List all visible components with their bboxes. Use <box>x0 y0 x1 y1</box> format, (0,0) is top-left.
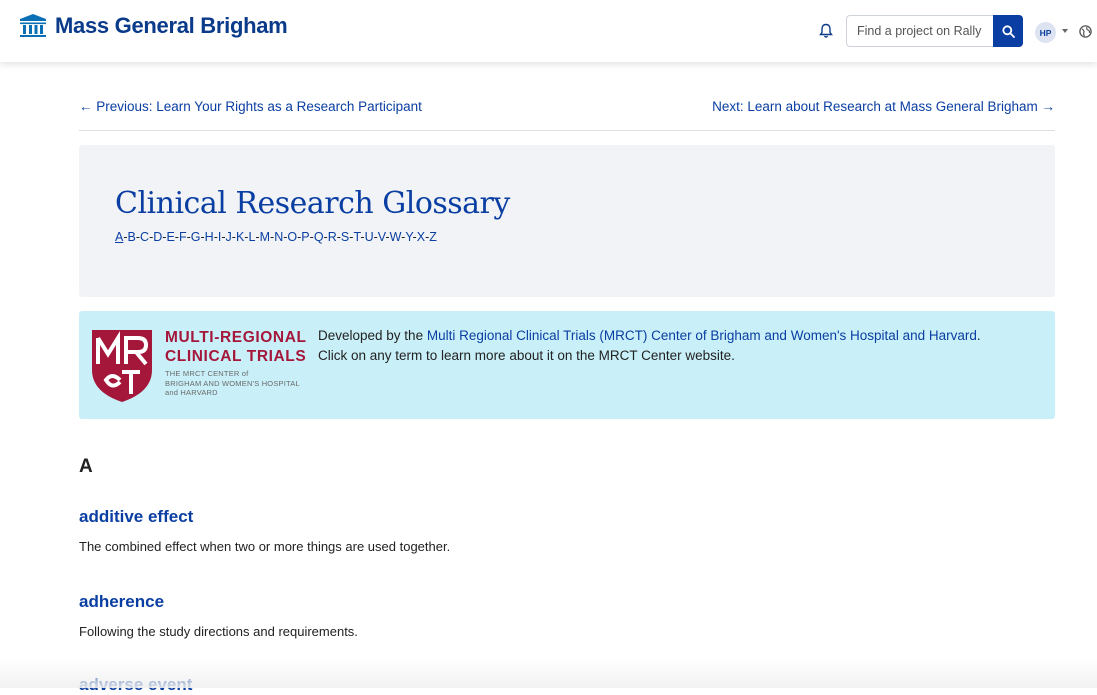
mrct-text-prefix: Developed by the <box>318 328 427 343</box>
glossary-definition: The combined effect when two or more thi… <box>79 539 451 554</box>
alphabet-letter-p[interactable]: P <box>301 230 309 244</box>
mrct-description: Developed by the Multi Regional Clinical… <box>318 326 981 366</box>
mrct-logo-line2: CLINICAL TRIALS <box>165 348 307 365</box>
alphabet-letter-f[interactable]: F <box>179 230 187 244</box>
glossary-term-link[interactable]: adherence <box>79 592 164 612</box>
glossary-header-box: Clinical Research Glossary A-B-C-D-E-F-G… <box>79 145 1055 297</box>
alphabet-nav: A-B-C-D-E-F-G-H-I-J-K-L-M-N-O-P-Q-R-S-T-… <box>115 230 437 244</box>
search-button[interactable] <box>993 15 1023 47</box>
mrct-logo-text: MULTI-REGIONAL CLINICAL TRIALS THE MRCT … <box>165 328 307 398</box>
alphabet-letter-m[interactable]: M <box>260 230 270 244</box>
alphabet-letter-g[interactable]: G <box>191 230 201 244</box>
previous-page-link[interactable]: ← Previous: Learn Your Rights as a Resea… <box>79 99 422 114</box>
divider <box>79 130 1055 131</box>
alphabet-letter-z[interactable]: Z <box>429 230 437 244</box>
chevron-down-icon[interactable] <box>1062 29 1068 33</box>
mrct-logo-small3: and HARVARD <box>165 388 218 397</box>
project-search <box>846 15 1023 47</box>
mrct-logo-small1: THE MRCT CENTER of <box>165 369 249 378</box>
alphabet-letter-b[interactable]: B <box>128 230 136 244</box>
alphabet-letter-h[interactable]: H <box>205 230 214 244</box>
glossary-term-link[interactable]: additive effect <box>79 507 193 527</box>
alphabet-letter-u[interactable]: U <box>365 230 374 244</box>
search-icon <box>1001 24 1015 38</box>
notification-bell-icon[interactable] <box>819 23 833 39</box>
alphabet-letter-r[interactable]: R <box>328 230 337 244</box>
mrct-logo: MULTI-REGIONAL CLINICAL TRIALS THE MRCT … <box>90 326 315 416</box>
search-input[interactable] <box>846 15 993 47</box>
alphabet-letter-w[interactable]: W <box>390 230 402 244</box>
glossary-term-link[interactable]: adverse event <box>79 675 192 695</box>
alphabet-letter-c[interactable]: C <box>140 230 149 244</box>
mrct-shield-icon <box>92 330 152 402</box>
mrct-text-line2: Click on any term to learn more about it… <box>318 348 735 363</box>
mrct-center-link[interactable]: Multi Regional Clinical Trials (MRCT) Ce… <box>427 328 977 343</box>
mrct-text-suffix: . <box>976 328 981 343</box>
alphabet-letter-y[interactable]: Y <box>405 230 412 244</box>
brand-logo-link[interactable]: Mass General Brigham <box>18 13 288 39</box>
letter-heading: A <box>79 456 93 477</box>
glossary-definition: Following the study directions and requi… <box>79 624 358 639</box>
alphabet-letter-d[interactable]: D <box>153 230 162 244</box>
alphabet-letter-e[interactable]: E <box>166 230 174 244</box>
page-title: Clinical Research Glossary <box>115 186 510 221</box>
mrct-logo-line1: MULTI-REGIONAL <box>165 329 307 346</box>
alphabet-letter-s[interactable]: S <box>341 230 349 244</box>
mrct-info-banner: MULTI-REGIONAL CLINICAL TRIALS THE MRCT … <box>79 311 1055 419</box>
user-avatar[interactable]: HP <box>1035 22 1056 43</box>
alphabet-letter-q[interactable]: Q <box>314 230 324 244</box>
columns-building-icon <box>20 14 46 37</box>
next-page-link[interactable]: Next: Learn about Research at Mass Gener… <box>712 99 1055 114</box>
alphabet-letter-n[interactable]: N <box>274 230 283 244</box>
globe-icon[interactable] <box>1079 25 1092 38</box>
alphabet-letter-x[interactable]: X <box>417 230 425 244</box>
mrct-logo-small2: BRIGHAM AND WOMEN'S HOSPITAL <box>165 378 300 388</box>
brand-name: Mass General Brigham <box>55 13 288 38</box>
alphabet-letter-o[interactable]: O <box>287 230 297 244</box>
top-navbar: Mass General Brigham HP <box>0 0 1097 62</box>
